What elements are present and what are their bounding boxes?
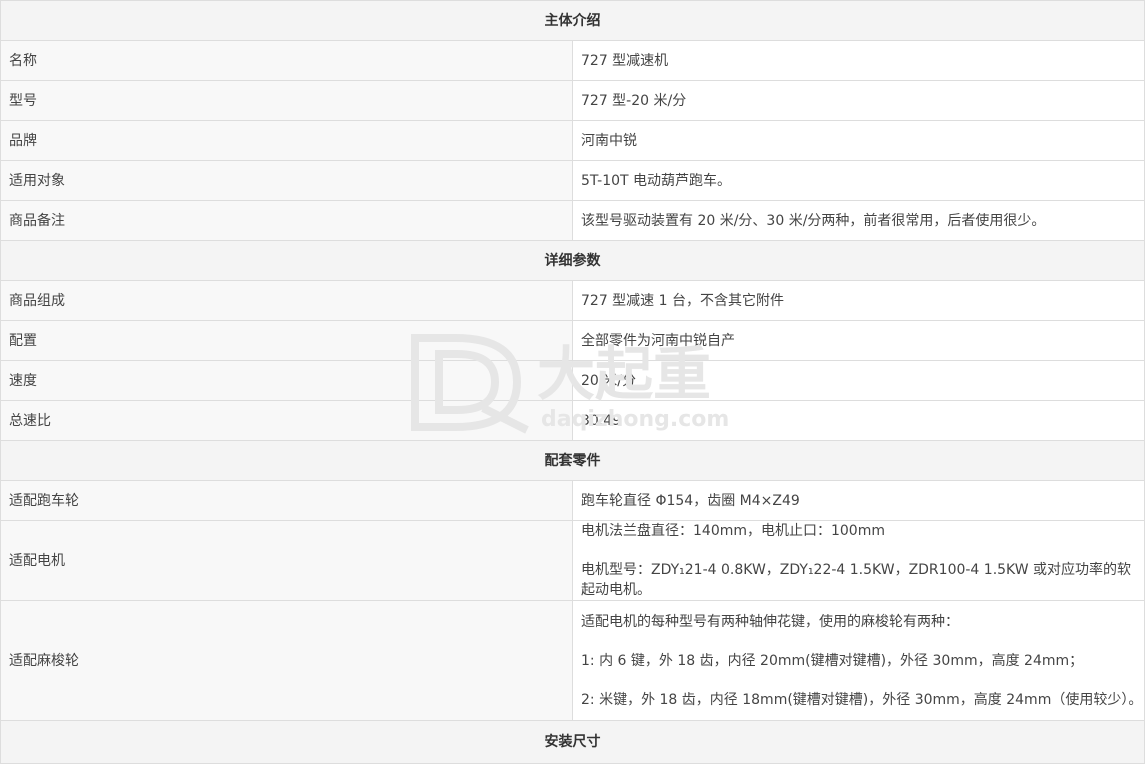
row-value-motor: 电机法兰盘直径：140mm，电机止口：100mm 电机型号：ZDY₁21-4 0… [572,520,1145,601]
row-value-target: 5T-10T 电动葫芦跑车。 [572,160,1145,201]
row-value-name: 727 型减速机 [572,40,1145,81]
section-title-parts: 配套零件 [0,440,1145,481]
row-value-note: 该型号驱动装置有 20 米/分、30 米/分两种，前者很常用，后者使用很少。 [572,200,1145,241]
row-label-target: 适用对象 [0,160,573,201]
row-wheel: 适配跑车轮 跑车轮直径 Φ154，齿圈 M4×Z49 [0,480,1145,521]
row-note: 商品备注 该型号驱动装置有 20 米/分、30 米/分两种，前者很常用，后者使用… [0,200,1145,241]
section-header-main-intro: 主体介绍 [0,0,1145,41]
row-value-composition: 727 型减速 1 台，不含其它附件 [572,280,1145,321]
spline-line-intro: 适配电机的每种型号有两种轴伸花键，使用的麻梭轮有两种： [581,613,959,630]
motor-line-flange: 电机法兰盘直径：140mm，电机止口：100mm [581,523,885,539]
row-value-spline: 适配电机的每种型号有两种轴伸花键，使用的麻梭轮有两种： 1: 内 6 键，外 1… [572,600,1145,721]
row-spline: 适配麻梭轮 适配电机的每种型号有两种轴伸花键，使用的麻梭轮有两种： 1: 内 6… [0,600,1145,721]
section-header-detail-params: 详细参数 [0,240,1145,281]
section-header-parts: 配套零件 [0,440,1145,481]
row-composition: 商品组成 727 型减速 1 台，不含其它附件 [0,280,1145,321]
row-value-config: 全部零件为河南中锐自产 [572,320,1145,361]
section-title-main-intro: 主体介绍 [0,0,1145,41]
section-header-install-size: 安装尺寸 [0,720,1145,764]
row-motor: 适配电机 电机法兰盘直径：140mm，电机止口：100mm 电机型号：ZDY₁2… [0,520,1145,601]
row-name: 名称 727 型减速机 [0,40,1145,81]
row-config: 配置 全部零件为河南中锐自产 [0,320,1145,361]
spec-table: 主体介绍 名称 727 型减速机 型号 727 型-20 米/分 品牌 河南中锐… [0,0,1145,764]
row-target: 适用对象 5T-10T 电动葫芦跑车。 [0,160,1145,201]
spline-line-type-2: 2: 米键，外 18 齿，内径 18mm(键槽对键槽)，外径 30mm，高度 2… [581,691,1143,708]
section-title-install-size: 安装尺寸 [0,720,1145,764]
row-value-brand: 河南中锐 [572,120,1145,161]
motor-line-models: 电机型号：ZDY₁21-4 0.8KW，ZDY₁22-4 1.5KW，ZDR10… [581,562,1132,598]
row-brand: 品牌 河南中锐 [0,120,1145,161]
row-ratio: 总速比 30.49 [0,400,1145,441]
row-value-speed: 20 米/分 [572,360,1145,401]
row-model: 型号 727 型-20 米/分 [0,80,1145,121]
row-value-wheel: 跑车轮直径 Φ154，齿圈 M4×Z49 [572,480,1145,521]
row-label-wheel: 适配跑车轮 [0,480,573,521]
row-label-ratio: 总速比 [0,400,573,441]
row-label-composition: 商品组成 [0,280,573,321]
row-label-config: 配置 [0,320,573,361]
row-value-model: 727 型-20 米/分 [572,80,1145,121]
row-value-ratio: 30.49 [572,400,1145,441]
row-label-brand: 品牌 [0,120,573,161]
row-label-model: 型号 [0,80,573,121]
spline-line-type-1: 1: 内 6 键，外 18 齿，内径 20mm(键槽对键槽)，外径 30mm，高… [581,652,1084,669]
row-label-motor: 适配电机 [0,520,573,601]
section-title-detail-params: 详细参数 [0,240,1145,281]
row-label-speed: 速度 [0,360,573,401]
row-label-name: 名称 [0,40,573,81]
row-label-spline: 适配麻梭轮 [0,600,573,721]
row-label-note: 商品备注 [0,200,573,241]
row-speed: 速度 20 米/分 [0,360,1145,401]
